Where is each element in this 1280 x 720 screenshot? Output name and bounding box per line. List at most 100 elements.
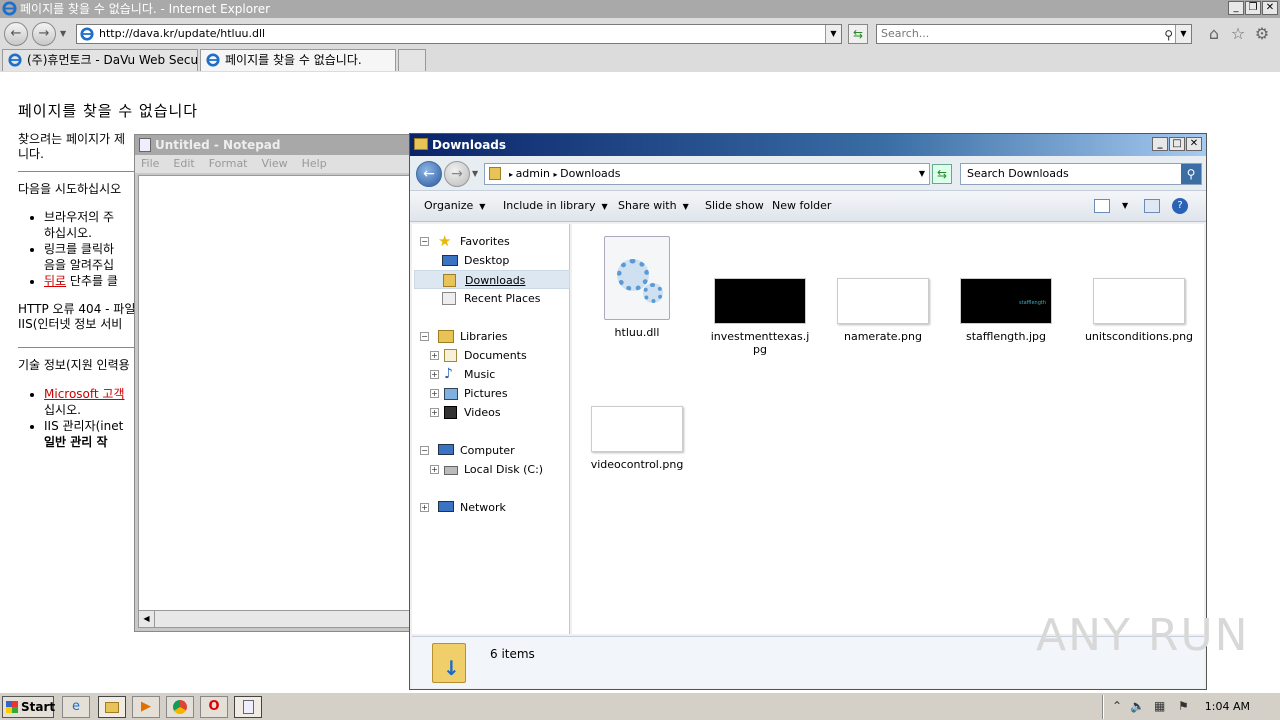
horizontal-scrollbar[interactable]: ◀ [138, 610, 410, 628]
item-text: 링크를 클릭하 [44, 242, 115, 256]
refresh-button[interactable]: ⇆ [932, 164, 952, 184]
close-button[interactable]: ✕ [1186, 137, 1202, 151]
back-link[interactable]: 뒤로 [44, 274, 66, 288]
tree-videos[interactable]: + Videos [430, 403, 570, 422]
file-item-stafflength[interactable]: stafflength stafflength.jpg [956, 278, 1056, 343]
taskbar-notepad-icon[interactable] [234, 696, 262, 718]
item-text: 하십시오. [44, 226, 92, 240]
volume-icon[interactable]: 🔈 [1130, 699, 1145, 713]
search-dropdown[interactable]: ▼ [1175, 25, 1191, 43]
taskbar-chrome-icon[interactable] [166, 696, 194, 718]
menu-file[interactable]: File [141, 155, 159, 173]
collapse-icon[interactable]: − [420, 446, 429, 455]
maximize-button[interactable]: □ [1169, 137, 1185, 151]
file-item-unitsconditions[interactable]: unitsconditions.png [1079, 278, 1199, 343]
tree-downloads[interactable]: Downloads [414, 270, 570, 289]
tree-libraries[interactable]: − Libraries [420, 327, 570, 346]
explorer-titlebar[interactable]: Downloads _ □ ✕ [410, 134, 1206, 156]
clock[interactable]: 1:04 AM [1205, 700, 1250, 713]
favorites-star-icon[interactable]: ☆ [1228, 24, 1248, 44]
breadcrumb[interactable]: ▸ admin ▸ Downloads ▼ [484, 163, 930, 185]
tab-not-found[interactable]: 페이지를 찾을 수 없습니다. [200, 49, 396, 71]
address-bar[interactable]: http://dava.kr/update/htluu.dll ▼ [76, 24, 842, 44]
file-item-htluu-dll[interactable]: htluu.dll [587, 236, 687, 339]
collapse-icon[interactable]: − [420, 237, 429, 246]
file-item-videocontrol[interactable]: videocontrol.png [587, 406, 687, 471]
tab-humantalk[interactable]: (주)휴먼토크 - DaVu Web Secu... [2, 49, 198, 71]
menu-help[interactable]: Help [302, 155, 327, 173]
tree-documents[interactable]: + Documents [430, 346, 570, 365]
change-view-icon[interactable] [1094, 199, 1110, 213]
home-icon[interactable]: ⌂ [1204, 24, 1224, 44]
notepad-text-area[interactable] [138, 175, 410, 611]
search-downloads-input[interactable]: Search Downloads ⚲ [960, 163, 1202, 185]
start-button[interactable]: Start [2, 696, 55, 718]
address-dropdown[interactable]: ▼ [825, 25, 841, 43]
taskbar-ie-icon[interactable]: e [62, 696, 90, 718]
notepad-icon [139, 138, 151, 152]
menu-view[interactable]: View [262, 155, 288, 173]
search-icon[interactable]: ⚲ [1181, 164, 1201, 184]
tree-computer[interactable]: − Computer [420, 441, 570, 460]
ie-window-controls: _ ❐ ✕ [1228, 1, 1278, 15]
windows-logo-icon [6, 701, 18, 713]
view-options-dropdown[interactable]: ▼ [1122, 191, 1128, 221]
share-with-button[interactable]: Share with ▼ [618, 191, 689, 222]
new-folder-button[interactable]: New folder [772, 191, 831, 221]
expand-icon[interactable]: + [430, 408, 439, 417]
star-icon: ★ [438, 232, 452, 250]
taskbar-explorer-icon[interactable] [98, 696, 126, 718]
expand-icon[interactable]: + [430, 351, 439, 360]
show-hidden-icons[interactable]: ⌃ [1112, 699, 1122, 713]
item-text: 단추를 클 [66, 274, 118, 288]
expand-icon[interactable]: + [420, 503, 429, 512]
collapse-icon[interactable]: − [420, 332, 429, 341]
tree-desktop[interactable]: Desktop [420, 251, 570, 270]
expand-icon[interactable]: + [430, 370, 439, 379]
taskbar-opera-icon[interactable]: O [200, 696, 228, 718]
scroll-left-icon[interactable]: ◀ [139, 611, 155, 627]
address-dropdown[interactable]: ▼ [919, 164, 925, 184]
expand-icon[interactable]: + [430, 465, 439, 474]
tree-local-disk[interactable]: + Local Disk (C:) [430, 460, 570, 479]
tree-music[interactable]: + ♪ Music [430, 365, 570, 384]
back-button[interactable]: ← [416, 161, 442, 187]
file-item-investmenttexas[interactable]: investmenttexas.jpg [710, 278, 810, 356]
slide-show-button[interactable]: Slide show [705, 191, 764, 221]
expand-icon[interactable]: + [430, 389, 439, 398]
recent-pages-dropdown[interactable]: ▼ [472, 169, 478, 178]
search-icon[interactable]: ⚲ [1164, 26, 1173, 44]
action-center-flag-icon[interactable]: ⚑ [1178, 699, 1189, 713]
forward-button[interactable]: → [444, 161, 470, 187]
tree-pictures[interactable]: + Pictures [430, 384, 570, 403]
file-item-namerate[interactable]: namerate.png [833, 278, 933, 343]
refresh-button[interactable]: ⇆ [848, 24, 868, 44]
breadcrumb-downloads[interactable]: Downloads [560, 167, 620, 180]
tree-favorites[interactable]: − ★ Favorites [420, 232, 570, 251]
minimize-button[interactable]: _ [1152, 137, 1168, 151]
organize-button[interactable]: Organize ▼ [424, 191, 485, 222]
tree-network[interactable]: + Network [420, 498, 570, 517]
network-tray-icon[interactable]: ▦ [1154, 699, 1165, 713]
tab-ie-icon [206, 53, 220, 67]
new-tab-button[interactable] [398, 49, 426, 71]
forward-button[interactable]: → [32, 22, 56, 46]
ms-support-link[interactable]: Microsoft 고객 [44, 387, 125, 401]
history-dropdown[interactable]: ▼ [60, 29, 66, 38]
search-input[interactable]: Search... ⚲ ▼ [876, 24, 1192, 44]
notepad-titlebar[interactable]: Untitled - Notepad [135, 135, 413, 155]
preview-pane-icon[interactable] [1144, 199, 1160, 213]
taskbar-media-player-icon[interactable]: ▶ [132, 696, 160, 718]
help-icon[interactable]: ? [1172, 198, 1188, 214]
tools-gear-icon[interactable]: ⚙ [1252, 24, 1272, 44]
tab-ie-icon [8, 53, 22, 67]
tree-recent-places[interactable]: Recent Places [420, 289, 570, 308]
minimize-button[interactable]: _ [1228, 1, 1244, 15]
menu-edit[interactable]: Edit [173, 155, 194, 173]
include-in-library-button[interactable]: Include in library ▼ [503, 191, 608, 222]
back-button[interactable]: ← [4, 22, 28, 46]
menu-format[interactable]: Format [209, 155, 248, 173]
breadcrumb-admin[interactable]: admin [516, 167, 550, 180]
close-button[interactable]: ✕ [1262, 1, 1278, 15]
restore-button[interactable]: ❐ [1245, 1, 1261, 15]
